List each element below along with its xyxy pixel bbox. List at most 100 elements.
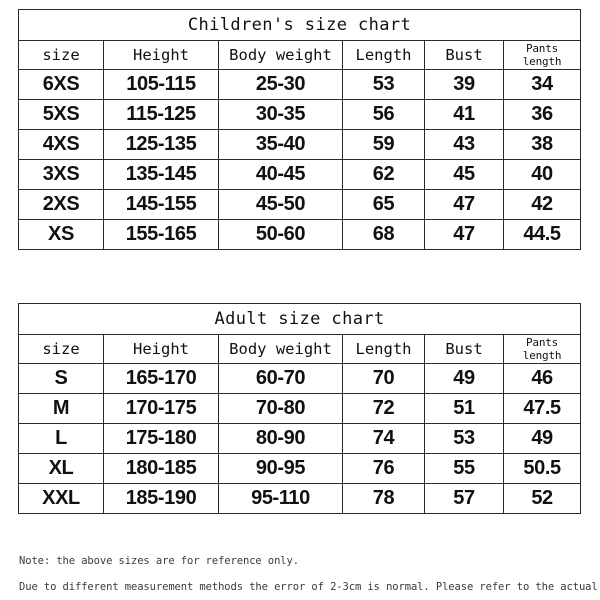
cell-size: 4XS	[18, 129, 104, 160]
cell-size: 2XS	[18, 189, 104, 220]
cell-body-weight: 45-50	[218, 189, 343, 220]
table-row: 5XS 115-125 30-35 56 41 36	[18, 99, 581, 130]
cell-length: 78	[342, 483, 425, 514]
cell-height: 175-180	[103, 423, 219, 454]
cell-size: XS	[18, 219, 104, 250]
cell-length: 72	[342, 393, 425, 424]
cell-body-weight: 50-60	[218, 219, 343, 250]
cell-size: M	[18, 393, 104, 424]
adult-size-chart: Adult size chart size Height Body weight…	[17, 303, 582, 514]
cell-body-weight: 95-110	[218, 483, 343, 514]
column-header-length: Length	[342, 334, 425, 364]
cell-length: 56	[342, 99, 425, 130]
adult-size-table: Adult size chart size Height Body weight…	[17, 303, 582, 514]
cell-size: XXL	[18, 483, 104, 514]
cell-height: 165-170	[103, 363, 219, 394]
children-size-table: Children's size chart size Height Body w…	[18, 9, 581, 250]
adult-header-row: size Height Body weight Length Bust Pant…	[18, 334, 582, 364]
column-header-pants-length: Pants length	[502, 334, 582, 364]
cell-length: 70	[342, 363, 425, 394]
adult-table-body: Adult size chart size Height Body weight…	[17, 303, 582, 514]
cell-pants-length: 42	[503, 189, 581, 220]
adult-chart-title: Adult size chart	[17, 303, 582, 335]
cell-pants-length: 36	[503, 99, 581, 130]
cell-bust: 49	[424, 363, 504, 394]
column-header-body-weight: Body weight	[218, 334, 343, 364]
cell-length: 65	[342, 189, 425, 220]
cell-pants-length: 34	[503, 69, 581, 100]
cell-pants-length: 52	[502, 483, 582, 514]
table-row: 6XS 105-115 25-30 53 39 34	[18, 69, 581, 100]
children-table-body: Children's size chart size Height Body w…	[18, 9, 581, 250]
footnote-reference-only: Note: the above sizes are for reference …	[19, 555, 299, 567]
cell-pants-length: 44.5	[503, 219, 581, 250]
children-title-row: Children's size chart	[18, 9, 581, 41]
cell-size: 5XS	[18, 99, 104, 130]
table-row: S 165-170 60-70 70 49 46	[18, 363, 582, 394]
cell-body-weight: 90-95	[218, 453, 343, 484]
cell-length: 62	[342, 159, 425, 190]
table-row: XS 155-165 50-60 68 47 44.5	[18, 219, 581, 250]
cell-height: 155-165	[103, 219, 219, 250]
table-row: M 170-175 70-80 72 51 47.5	[18, 393, 582, 424]
adult-title-row: Adult size chart	[17, 303, 582, 335]
column-header-height: Height	[103, 334, 219, 364]
cell-bust: 53	[424, 423, 504, 454]
cell-size: 6XS	[18, 69, 104, 100]
column-header-size: size	[18, 40, 104, 70]
table-row: 3XS 135-145 40-45 62 45 40	[18, 159, 581, 190]
cell-pants-length: 50.5	[502, 453, 582, 484]
cell-height: 135-145	[103, 159, 219, 190]
cell-pants-length: 47.5	[502, 393, 582, 424]
cell-body-weight: 30-35	[218, 99, 343, 130]
cell-length: 59	[342, 129, 425, 160]
children-header-row: size Height Body weight Length Bust Pant…	[18, 40, 581, 70]
cell-body-weight: 70-80	[218, 393, 343, 424]
cell-height: 145-155	[103, 189, 219, 220]
cell-length: 53	[342, 69, 425, 100]
cell-pants-length: 40	[503, 159, 581, 190]
cell-length: 74	[342, 423, 425, 454]
footnote-measurement-error: Due to different measurement methods the…	[19, 581, 600, 593]
cell-size: XL	[18, 453, 104, 484]
table-row: XXL 185-190 95-110 78 57 52	[18, 483, 582, 514]
cell-bust: 47	[424, 189, 504, 220]
cell-pants-length: 38	[503, 129, 581, 160]
cell-pants-length: 49	[502, 423, 582, 454]
cell-height: 105-115	[103, 69, 219, 100]
table-row: 4XS 125-135 35-40 59 43 38	[18, 129, 581, 160]
cell-size: S	[18, 363, 104, 394]
cell-pants-length: 46	[502, 363, 582, 394]
cell-bust: 51	[424, 393, 504, 424]
cell-body-weight: 35-40	[218, 129, 343, 160]
cell-bust: 39	[424, 69, 504, 100]
cell-bust: 55	[424, 453, 504, 484]
size-chart-sheet: Children's size chart size Height Body w…	[0, 0, 600, 600]
cell-height: 185-190	[103, 483, 219, 514]
cell-body-weight: 80-90	[218, 423, 343, 454]
column-header-body-weight: Body weight	[218, 40, 343, 70]
cell-bust: 41	[424, 99, 504, 130]
cell-body-weight: 25-30	[218, 69, 343, 100]
cell-bust: 43	[424, 129, 504, 160]
cell-height: 170-175	[103, 393, 219, 424]
cell-size: L	[18, 423, 104, 454]
cell-height: 115-125	[103, 99, 219, 130]
column-header-size: size	[18, 334, 104, 364]
cell-bust: 45	[424, 159, 504, 190]
column-header-height: Height	[103, 40, 219, 70]
children-size-chart: Children's size chart size Height Body w…	[18, 9, 581, 250]
column-header-bust: Bust	[424, 334, 504, 364]
cell-length: 68	[342, 219, 425, 250]
cell-bust: 47	[424, 219, 504, 250]
cell-length: 76	[342, 453, 425, 484]
column-header-pants-length: Pants length	[503, 40, 581, 70]
cell-height: 125-135	[103, 129, 219, 160]
column-header-length: Length	[342, 40, 425, 70]
children-chart-title: Children's size chart	[18, 9, 581, 41]
table-row: XL 180-185 90-95 76 55 50.5	[18, 453, 582, 484]
cell-bust: 57	[424, 483, 504, 514]
cell-body-weight: 40-45	[218, 159, 343, 190]
cell-body-weight: 60-70	[218, 363, 343, 394]
footnotes: Note: the above sizes are for reference …	[19, 548, 600, 600]
